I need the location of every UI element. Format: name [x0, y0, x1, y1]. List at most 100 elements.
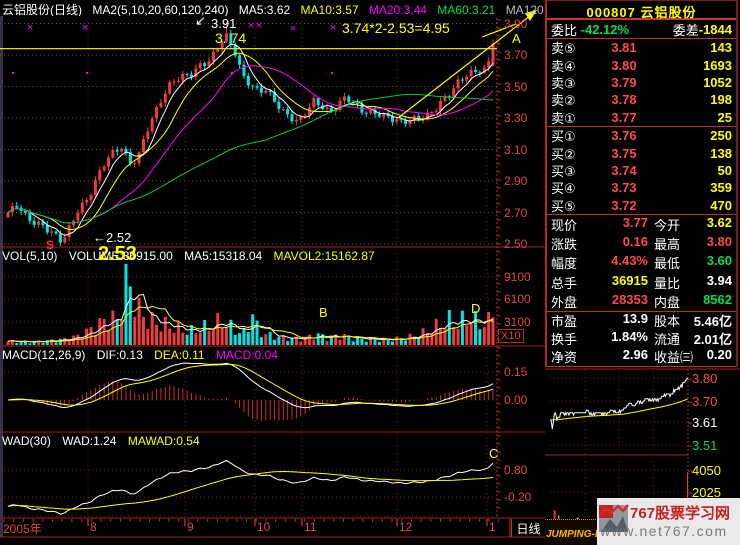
info-label: 今开 — [654, 215, 680, 234]
bid-qty: 250 — [655, 128, 732, 143]
info-label: 外盘 — [551, 292, 577, 311]
bid-row-5[interactable]: 买⑤3.72470 — [547, 197, 736, 214]
quote-info-secondary: 市盈13.9股本5.46亿 换手1.84%流通2.01亿 净资2.96收益㈢0.… — [547, 312, 736, 367]
ask-price: 3.78 — [593, 92, 655, 107]
ask-row-4[interactable]: 卖④3.801693 — [547, 56, 736, 73]
info-value: 2.96 — [623, 347, 648, 366]
stock-code-title[interactable]: 000807 云铝股份 — [547, 1, 736, 20]
mini-axis-label: 3.80 — [692, 371, 717, 386]
stock-name: 云铝股份 — [641, 5, 697, 20]
bid-qty: 359 — [655, 180, 732, 195]
info-label: 市盈 — [551, 311, 577, 330]
price-axis-label: 3.50 — [504, 80, 527, 94]
info-value: 13.9 — [623, 311, 648, 330]
info-row: 现价3.77今开3.62 — [547, 215, 736, 234]
weicha-label: 委差 — [673, 20, 699, 39]
year-label: 2005年 — [3, 520, 42, 537]
chart-header: 云铝股份(日线) MA2(5,10,20,60,120,240) MA5:3.6… — [2, 1, 543, 16]
price-axis-label: 3.90 — [504, 17, 527, 31]
bid-row-2[interactable]: 买②3.75138 — [547, 144, 736, 161]
info-value: 2.01亿 — [694, 329, 732, 348]
month-label: 9 — [187, 520, 194, 534]
macd-dif: DIF:0.13 — [97, 348, 143, 362]
info-value: 1.84% — [611, 329, 648, 348]
watermark[interactable]: 767股票学习网 www.net767.com — [597, 498, 740, 545]
ask-row-2[interactable]: 卖②3.78198 — [547, 91, 736, 108]
label-a-annotation: A — [512, 31, 521, 46]
drawing-x-mark: × — [330, 22, 336, 34]
ask-label: 卖③ — [551, 73, 593, 92]
vol-mavol2: MAVOL2:15162.87 — [274, 249, 375, 263]
weicha-value: -1844 — [699, 22, 732, 37]
ask-price: 3.80 — [593, 58, 655, 73]
bid-row-3[interactable]: 买③3.7450 — [547, 162, 736, 179]
month-label: 8 — [90, 520, 97, 534]
period-selector[interactable]: 日线 — [511, 519, 545, 537]
ask-label: 卖① — [551, 108, 593, 127]
bid-price: 3.73 — [593, 180, 655, 195]
info-value: 28353 — [612, 292, 648, 311]
info-label: 换手 — [551, 329, 577, 348]
wad-value: WAD:1.24 — [62, 434, 116, 448]
watermark-site-name: 767股票学习网 — [630, 502, 730, 523]
stock-title: 云铝股份(日线) — [2, 3, 82, 16]
macd-axis-label: 0.00 — [504, 393, 527, 407]
info-label: 净资 — [551, 347, 577, 366]
info-label: 收益㈢ — [654, 347, 693, 366]
volume-multiplier-badge: X10 — [498, 329, 524, 343]
weibi-value: -42.12% — [581, 22, 673, 37]
bid-row-1[interactable]: 买①3.76250 — [547, 127, 736, 144]
price-axis-label: 2.90 — [504, 174, 527, 188]
label-b-annotation: B — [319, 305, 328, 320]
low-price2-annotation: 2.53 — [98, 243, 137, 266]
info-row: 总手36915量比3.94 — [547, 272, 736, 291]
ask-label: 卖⑤ — [551, 38, 593, 57]
stock-app-window: 云铝股份(日线) MA2(5,10,20,60,120,240) MA5:3.6… — [0, 0, 740, 545]
info-label: 股本 — [654, 311, 680, 330]
info-value: 3.60 — [707, 253, 732, 272]
ma120-value: MA120: — [506, 3, 543, 16]
bid-qty: 470 — [655, 198, 732, 213]
volume-axis-label: 9100 — [504, 270, 531, 284]
wad-axis-label: 0.80 — [504, 463, 527, 477]
macd-params: MACD(12,26,9) — [2, 348, 85, 362]
info-label: 最低 — [654, 253, 680, 272]
volume-axis-label: 6100 — [504, 292, 531, 306]
ma60-value: MA60:3.21 — [437, 3, 495, 16]
ask-row-5[interactable]: 卖⑤3.81143 — [547, 39, 736, 56]
volume-header: VOL(5,10) VOLUME:36915.00 MA5:15318.04 M… — [2, 249, 383, 263]
bid-label: 买⑤ — [551, 196, 593, 215]
wad-axis-label: -0.20 — [504, 490, 531, 504]
banner-text: JUMPING-D — [546, 529, 598, 540]
ask-row-3[interactable]: 卖③3.791052 — [547, 74, 736, 91]
quote-info-primary: 现价3.77今开3.62 涨跌0.16最高3.80 幅度4.43%最低3.60 … — [547, 215, 736, 312]
target-formula-annotation: 3.74*2-2.53=4.95 — [342, 20, 450, 36]
info-row: 幅度4.43%最低3.60 — [547, 253, 736, 272]
ask-row-1[interactable]: 卖①3.7725 — [547, 109, 736, 126]
drawing-x-mark: × — [290, 23, 296, 35]
bid-row-4[interactable]: 买④3.73359 — [547, 179, 736, 196]
ma20-value: MA20:3.44 — [369, 3, 427, 16]
info-label: 现价 — [551, 215, 577, 234]
price-axis-label: 3.30 — [504, 111, 527, 125]
info-value: 3.62 — [707, 215, 732, 234]
month-label: 1 — [489, 520, 496, 534]
drawing-x-mark: × — [27, 22, 33, 34]
info-value: 3.94 — [707, 273, 732, 292]
ask-qty: 198 — [655, 92, 732, 107]
ask-price: 3.77 — [593, 110, 655, 125]
info-value: 5.46亿 — [694, 311, 732, 330]
vol-ma5: MA5:15318.04 — [184, 249, 262, 263]
quote-panel: 000807 云铝股份 委比 -42.12% 委差 -1844 卖⑤3.8114… — [545, 0, 738, 367]
mini-axis-label: 4050 — [692, 463, 721, 478]
kline-chart[interactable] — [0, 0, 545, 545]
promo-banner[interactable]: JUMPING-D — [545, 519, 598, 545]
info-label: 幅度 — [551, 253, 577, 272]
peak-price-annotation: 3.91 — [211, 16, 236, 31]
sell-mark: S — [46, 238, 54, 252]
wad-header: WAD(30) WAD:1.24 MAWAD:0.54 — [2, 434, 208, 448]
ask-price: 3.79 — [593, 75, 655, 90]
info-value: 36915 — [612, 273, 648, 292]
weibi-label: 委比 — [551, 20, 577, 39]
info-row: 换手1.84%流通2.01亿 — [547, 330, 736, 348]
